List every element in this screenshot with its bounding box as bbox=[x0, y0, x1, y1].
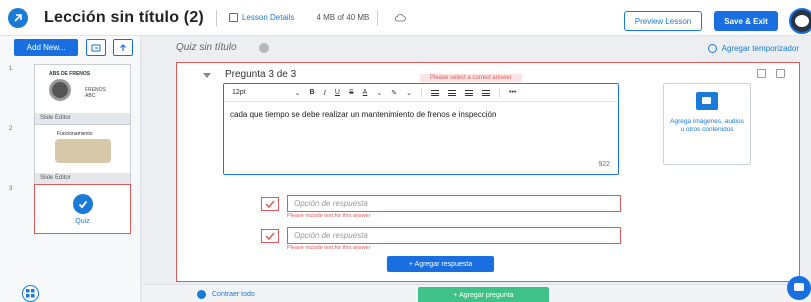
timer-label: Agregar temporizador bbox=[721, 44, 799, 53]
question-actions bbox=[757, 69, 785, 78]
lesson-details-link[interactable]: Lesson Details bbox=[228, 13, 295, 22]
slide-number: 1 bbox=[9, 66, 13, 72]
bottom-bar: Contraer todo + Agregar pregunta bbox=[142, 284, 811, 302]
add-timer-button[interactable]: Agregar temporizador bbox=[707, 44, 799, 53]
editor-toolbar: 12pt ⌄ B I U S A ⌄ ✎ ⌄ ••• bbox=[224, 84, 618, 102]
align-center-icon[interactable] bbox=[447, 89, 456, 96]
character-count: 922 bbox=[598, 161, 610, 168]
add-new-button[interactable]: Add New... bbox=[14, 39, 78, 56]
edit-title-icon[interactable] bbox=[259, 43, 269, 53]
slide-type-label: Slide Editor bbox=[35, 113, 130, 124]
font-size-select[interactable]: 12pt bbox=[232, 89, 246, 96]
grid-view-button[interactable] bbox=[22, 285, 39, 302]
strikethrough-icon[interactable]: S bbox=[349, 89, 354, 96]
question-text[interactable]: cada que tiempo se debe realizar un mant… bbox=[230, 110, 496, 119]
checkmark-icon bbox=[265, 232, 275, 240]
correct-answer-checkbox[interactable] bbox=[261, 229, 279, 243]
select-answer-warning: Please select a correct answer bbox=[420, 74, 522, 82]
collapse-all-button[interactable]: Contraer todo bbox=[197, 290, 255, 299]
slide-type-label: Slide Editor bbox=[35, 173, 130, 184]
avatar[interactable] bbox=[789, 8, 811, 34]
correct-answer-checkbox[interactable] bbox=[261, 197, 279, 211]
timer-icon bbox=[707, 44, 717, 53]
chevron-down-icon[interactable]: ⌄ bbox=[376, 89, 382, 97]
slide-thumbnail: Funcionamiento bbox=[35, 125, 130, 173]
add-answer-button[interactable]: + Agregar respuesta bbox=[387, 256, 494, 272]
question-title: Pregunta 3 de 3 bbox=[225, 69, 297, 80]
top-bar: Lección sin título (2) Lesson Details 4 … bbox=[0, 0, 811, 36]
question-panel: Pregunta 3 de 3 Please select a correct … bbox=[176, 62, 800, 282]
upload-icon bbox=[120, 43, 126, 51]
divider bbox=[215, 9, 217, 26]
quiz-label: Quiz bbox=[75, 217, 90, 225]
upload-button[interactable] bbox=[113, 39, 133, 56]
checkmark-icon bbox=[72, 193, 93, 214]
edit-icon bbox=[228, 13, 238, 22]
slide-thumb-text: FRENOS ABC bbox=[85, 87, 106, 99]
align-left-icon[interactable] bbox=[430, 89, 439, 96]
slide-thumb-title: ABS DE FRENOS bbox=[49, 71, 91, 77]
delete-icon[interactable] bbox=[776, 69, 785, 78]
media-icon bbox=[696, 92, 718, 110]
import-button[interactable] bbox=[86, 39, 106, 56]
divider bbox=[420, 87, 422, 98]
slide-number: 2 bbox=[9, 126, 13, 132]
duplicate-icon[interactable] bbox=[757, 69, 766, 78]
quiz-header: Quiz sin título Agregar temporizador bbox=[142, 36, 811, 60]
answer-input[interactable]: Opción de respuesta bbox=[287, 227, 621, 244]
slide-item-2[interactable]: Funcionamiento Slide Editor bbox=[34, 124, 131, 185]
slide-thumbnail: ABS DE FRENOS FRENOS ABC bbox=[35, 65, 130, 113]
grid-icon bbox=[26, 289, 35, 298]
app-logo-icon[interactable] bbox=[8, 7, 28, 28]
collapse-icon bbox=[197, 290, 206, 299]
chevron-down-icon[interactable] bbox=[203, 73, 211, 78]
add-media-button[interactable]: Agrega imágenes, audios u otros contenid… bbox=[663, 83, 751, 165]
brake-diagram-icon bbox=[55, 139, 111, 163]
divider bbox=[498, 87, 500, 98]
answer-option: Opción de respuesta Please include text … bbox=[261, 195, 623, 219]
align-justify-icon[interactable] bbox=[481, 89, 490, 96]
highlight-icon[interactable]: ✎ bbox=[391, 89, 397, 97]
divider bbox=[377, 9, 379, 26]
brake-disc-icon bbox=[49, 79, 71, 101]
italic-icon[interactable]: I bbox=[324, 89, 326, 97]
slide-thumb-title: Funcionamiento bbox=[57, 131, 93, 137]
answer-error: Please include text for this answer bbox=[287, 245, 371, 251]
more-options-icon[interactable]: ••• bbox=[509, 89, 516, 96]
chevron-down-icon[interactable]: ⌄ bbox=[406, 89, 412, 97]
cloud-sync-icon bbox=[395, 13, 407, 22]
slide-item-3-quiz[interactable]: Quiz bbox=[34, 184, 131, 234]
align-right-icon[interactable] bbox=[464, 89, 473, 96]
lesson-title[interactable]: Lección sin título (2) bbox=[44, 9, 204, 27]
answer-input[interactable]: Opción de respuesta bbox=[287, 195, 621, 212]
preview-lesson-button[interactable]: Preview Lesson bbox=[624, 11, 702, 31]
chat-icon[interactable] bbox=[787, 276, 811, 300]
slide-number: 3 bbox=[9, 186, 13, 192]
save-exit-button[interactable]: Save & Exit bbox=[714, 11, 778, 31]
avatar-face-icon bbox=[795, 15, 809, 27]
quiz-title[interactable]: Quiz sin título bbox=[176, 42, 237, 53]
screen-icon bbox=[91, 44, 101, 51]
slide-item-1[interactable]: ABS DE FRENOS FRENOS ABC Slide Editor bbox=[34, 64, 131, 125]
text-color-icon[interactable]: A bbox=[363, 89, 368, 96]
question-editor[interactable]: 12pt ⌄ B I U S A ⌄ ✎ ⌄ ••• cada que tiem… bbox=[223, 83, 619, 175]
collapse-label: Contraer todo bbox=[212, 291, 255, 298]
slides-sidebar: Add New... 1 ABS DE FRENOS FRENOS ABC Sl… bbox=[0, 36, 141, 302]
chevron-down-icon[interactable]: ⌄ bbox=[295, 89, 301, 97]
lesson-details-label: Lesson Details bbox=[241, 13, 295, 22]
answer-error: Please include text for this answer bbox=[287, 213, 371, 219]
add-media-label: Agrega imágenes, audios u otros contenid… bbox=[670, 118, 744, 133]
checkmark-icon bbox=[265, 200, 275, 208]
answer-option: Opción de respuesta Please include text … bbox=[261, 227, 623, 251]
storage-usage: 4 MB of 40 MB bbox=[316, 13, 370, 22]
underline-icon[interactable]: U bbox=[335, 89, 340, 96]
bold-icon[interactable]: B bbox=[310, 89, 315, 96]
add-question-button[interactable]: + Agregar pregunta bbox=[418, 287, 549, 302]
